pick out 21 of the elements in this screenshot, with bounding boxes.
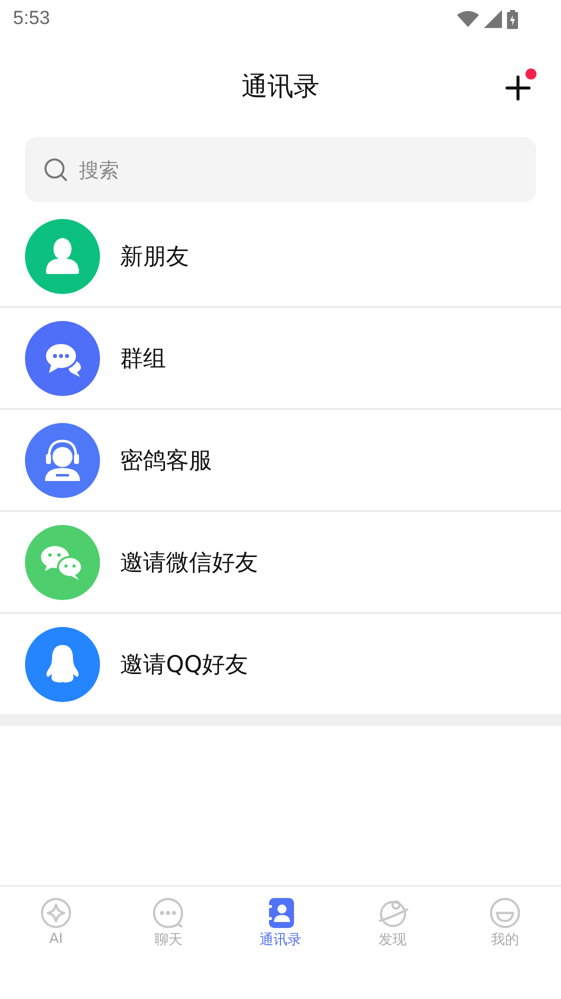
contact-list-item[interactable]: 新朋友 [0,206,561,308]
contact-label: 群组 [120,344,166,374]
add-button[interactable] [503,68,537,102]
contact-label: 新朋友 [120,242,189,272]
status-time: 5:53 [13,8,50,30]
search-field[interactable]: 搜索 [25,137,536,202]
battery-icon [507,10,518,28]
contact-list-item[interactable]: 邀请QQ好友 [0,614,561,714]
contact-list-item[interactable]: 群组 [0,308,561,410]
contact-label: 邀请微信好友 [120,548,258,578]
contact-label: 邀请QQ好友 [120,650,248,680]
smile-icon [488,897,521,929]
contact-list-item[interactable]: 邀请微信好友 [0,512,561,614]
wifi-icon [457,11,479,27]
sparkle-icon [40,897,72,929]
contact-list-item[interactable]: 密鸽客服 [0,410,561,512]
tab[interactable]: 通讯录 [224,897,337,949]
page-title: 通讯录 [242,71,320,104]
signal-icon [484,10,502,28]
contact-label: 密鸽客服 [120,446,212,476]
chat-icon [152,897,184,929]
